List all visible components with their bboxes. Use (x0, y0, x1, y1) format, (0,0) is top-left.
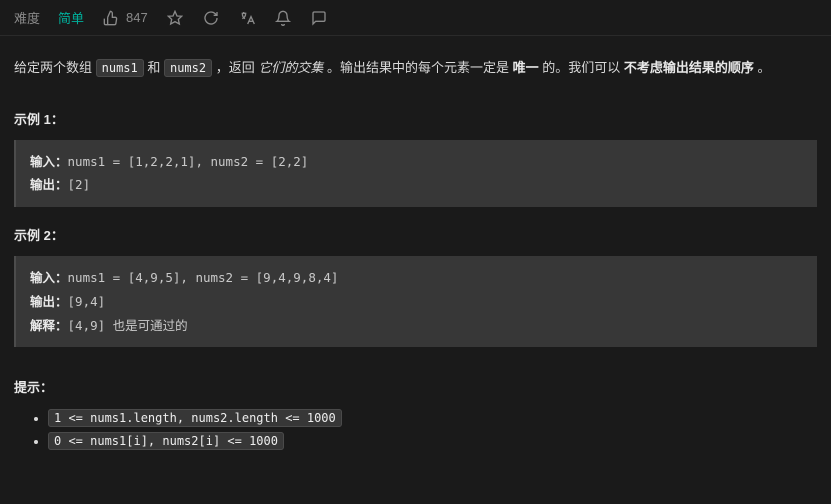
output-value: [9,4] (68, 294, 106, 309)
inline-code: nums2 (164, 59, 212, 77)
inline-code: nums1 (96, 59, 144, 77)
example-1: 示例 1： 输入：nums1 = [1,2,2,1], nums2 = [2,2… (14, 109, 817, 208)
problem-description: 给定两个数组 nums1 和 nums2 ，返回 它们的交集 。输出结果中的每个… (14, 56, 817, 81)
bold-text: 不考虑输出结果的顺序 (624, 60, 754, 75)
example-block: 输入：nums1 = [1,2,2,1], nums2 = [2,2] 输出：[… (14, 140, 817, 208)
example-2: 示例 2： 输入：nums1 = [4,9,5], nums2 = [9,4,9… (14, 225, 817, 347)
input-label: 输入： (30, 270, 68, 285)
difficulty-value: 简单 (58, 8, 84, 27)
star-icon[interactable] (166, 9, 184, 27)
difficulty-label: 难度 (14, 8, 40, 27)
hint-item: 1 <= nums1.length, nums2.length <= 1000 (48, 408, 817, 430)
example-title: 示例 1： (14, 109, 817, 128)
emphasis: 它们的交集 (258, 60, 323, 75)
hints-list: 1 <= nums1.length, nums2.length <= 1000 … (14, 408, 817, 452)
problem-content: 给定两个数组 nums1 和 nums2 ，返回 它们的交集 。输出结果中的每个… (0, 36, 831, 463)
input-value: nums1 = [1,2,2,1], nums2 = [2,2] (68, 154, 309, 169)
input-label: 输入： (30, 154, 68, 169)
hint-item: 0 <= nums1[i], nums2[i] <= 1000 (48, 431, 817, 453)
bell-icon[interactable] (274, 9, 292, 27)
hints-section: 提示： 1 <= nums1.length, nums2.length <= 1… (14, 377, 817, 452)
translate-icon[interactable] (238, 9, 256, 27)
thumbs-up-icon (102, 9, 120, 27)
input-value: nums1 = [4,9,5], nums2 = [9,4,9,8,4] (68, 270, 339, 285)
output-label: 输出： (30, 294, 68, 309)
problem-header: 难度 简单 847 (0, 0, 831, 36)
example-title: 示例 2： (14, 225, 817, 244)
explain-value: [4,9] 也是可通过的 (68, 318, 188, 333)
hints-title: 提示： (14, 377, 817, 396)
likes-count: 847 (126, 10, 148, 25)
bold-text: 唯一 (513, 60, 539, 75)
example-block: 输入：nums1 = [4,9,5], nums2 = [9,4,9,8,4] … (14, 256, 817, 347)
feedback-icon[interactable] (310, 9, 328, 27)
like-button[interactable]: 847 (102, 9, 148, 27)
refresh-icon[interactable] (202, 9, 220, 27)
output-label: 输出： (30, 177, 68, 192)
explain-label: 解释： (30, 318, 68, 333)
output-value: [2] (68, 177, 91, 192)
